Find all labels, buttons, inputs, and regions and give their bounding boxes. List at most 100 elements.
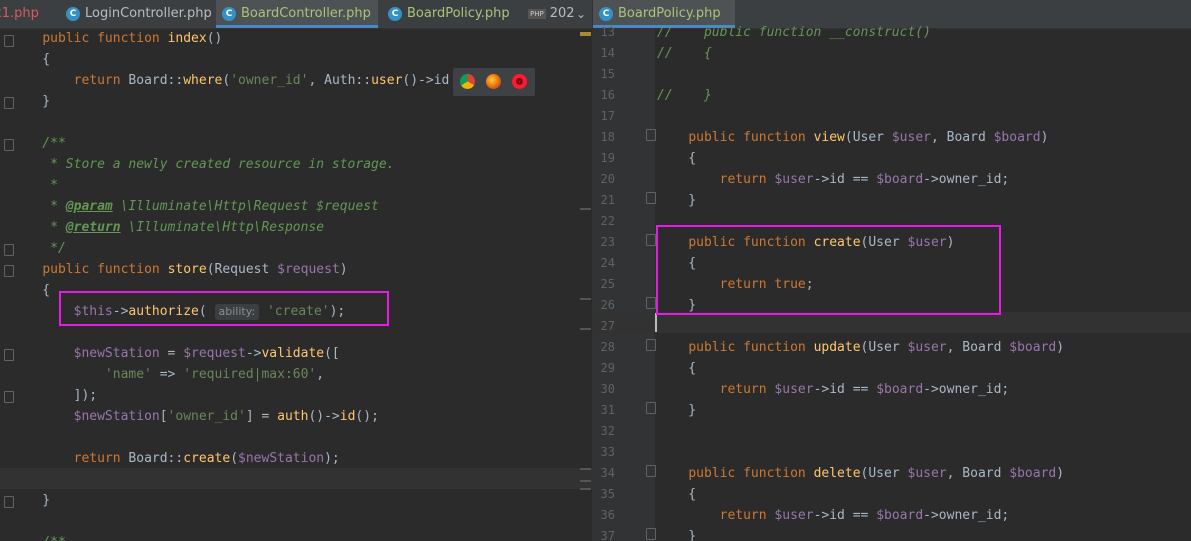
code-line[interactable]: * [0, 175, 593, 196]
code-line-text: /** [11, 532, 66, 541]
code-line[interactable]: 31 } [593, 400, 1191, 421]
code-line[interactable]: ]); [0, 385, 593, 406]
line-number: 36 [600, 508, 615, 522]
code-line[interactable]: */ [0, 238, 593, 259]
chevron-down-icon[interactable]: ⌄ [576, 0, 586, 28]
line-number: 27 [600, 319, 615, 333]
code-line[interactable]: 21 } [593, 190, 1191, 211]
code-line[interactable]: 17 [593, 106, 1191, 127]
code-line-text: // } [657, 88, 712, 103]
code-line[interactable]: * @param \Illuminate\Http\Request $reque… [0, 196, 593, 217]
code-line[interactable]: $newStation = $request->validate([ [0, 343, 593, 364]
code-line-text: */ [11, 241, 66, 256]
code-line-text: { [11, 52, 51, 67]
code-line-text: return Board::where('owner_id', Auth::us… [73, 73, 450, 88]
code-line[interactable]: 19 { [593, 148, 1191, 169]
code-line[interactable] [0, 112, 593, 133]
code-line[interactable]: 37 } [593, 526, 1191, 541]
fold-icon[interactable] [646, 192, 656, 204]
line-number: 29 [600, 361, 615, 375]
code-line-text: ]); [11, 388, 98, 403]
line-number: 24 [600, 256, 615, 270]
code-line[interactable]: 15 [593, 64, 1191, 85]
tab-board-policy[interactable]: C BoardPolicy.php [382, 0, 520, 28]
code-line[interactable]: 33 [593, 442, 1191, 463]
chrome-icon[interactable] [460, 74, 475, 89]
code-line[interactable]: /** [0, 133, 593, 154]
line-number: 14 [600, 46, 615, 60]
firefox-icon[interactable] [486, 74, 501, 89]
code-line[interactable] [0, 427, 593, 448]
code-line[interactable]: 29 { [593, 358, 1191, 379]
code-line-text: } [11, 493, 51, 508]
code-line[interactable]: 'name' => 'required|max:60', [0, 364, 593, 385]
tab-login-controller[interactable]: C LoginController.php [60, 0, 212, 28]
code-line-text: * @return \Illuminate\Http\Response [11, 220, 325, 235]
code-line[interactable]: 18 public function view(User $user, Boar… [593, 127, 1191, 148]
code-line[interactable]: 16 // } [593, 85, 1191, 106]
right-editor-pane: C BoardPolicy.php 13 // public function __… [593, 0, 1191, 541]
class-icon: C [388, 6, 402, 21]
fold-icon[interactable] [646, 234, 656, 246]
fold-icon[interactable] [646, 339, 656, 351]
code-line[interactable]: * @return \Illuminate\Http\Response [0, 217, 593, 238]
code-line[interactable]: 34 public function delete(User $user, Bo… [593, 463, 1191, 484]
tab-label: x1.php [0, 6, 39, 21]
code-line-text: $newStation = $request->validate([ [73, 346, 340, 361]
right-code-area[interactable]: 13 // public function __construct() 14 // {… [593, 25, 1191, 541]
code-line[interactable]: } [0, 490, 593, 511]
code-line[interactable]: { [0, 49, 593, 70]
code-line[interactable]: /** [0, 532, 593, 541]
code-line[interactable]: $newStation['owner_id'] = auth()->id(); [0, 406, 593, 427]
code-line-text: 'name' => 'required|max:60', [104, 367, 325, 382]
tab-label: BoardPolicy.php [618, 6, 721, 21]
tab-x1-php[interactable]: x1.php [0, 0, 52, 28]
fold-icon[interactable] [646, 402, 656, 414]
code-line[interactable]: return Board::create($newStation); [0, 448, 593, 469]
line-number: 31 [600, 403, 615, 417]
fold-icon[interactable] [646, 129, 656, 141]
code-line[interactable]: 35 { [593, 484, 1191, 505]
class-icon: C [222, 6, 236, 21]
fold-icon[interactable] [646, 528, 656, 540]
code-line-text: } [11, 94, 51, 109]
code-line[interactable] [0, 511, 593, 532]
line-number: 22 [600, 214, 615, 228]
code-line-text: public function view(User $user, Board $… [688, 130, 1049, 145]
code-line-text: public function store(Request $request) [42, 262, 348, 277]
code-line[interactable]: public function store(Request $request) [0, 259, 593, 280]
tab-label: 202 [549, 6, 575, 21]
code-line-text: public function delete(User $user, Board… [688, 466, 1065, 481]
tab-board-controller[interactable]: C BoardController.php [216, 0, 378, 28]
left-tab-bar: x1.php C LoginController.php C BoardContro… [0, 0, 593, 29]
code-line-text: /** [11, 136, 66, 151]
line-number: 13 [600, 25, 615, 39]
code-line[interactable]: 27 [593, 316, 1191, 337]
line-number: 23 [600, 235, 615, 249]
code-line[interactable]: 28 public function update(User $user, Bo… [593, 337, 1191, 358]
code-line[interactable]: 13 // public function __construct() [593, 22, 1191, 43]
code-line-text: // { [657, 46, 712, 61]
code-line[interactable]: 36 return $user->id == $board->owner_id; [593, 505, 1191, 526]
opera-icon[interactable] [512, 74, 527, 89]
code-line-text: $newStation['owner_id'] = auth()->id(); [73, 409, 379, 424]
scroll-marker [580, 32, 591, 36]
code-line[interactable] [0, 469, 593, 490]
code-line-text: { [657, 151, 697, 166]
code-line-text: return Board::create($newStation); [73, 451, 340, 466]
tab-202[interactable]: PHP 202 [522, 0, 575, 28]
code-line[interactable]: public function index() [0, 28, 593, 49]
class-icon: C [66, 6, 80, 21]
tab-label: LoginController.php [85, 6, 212, 21]
fold-icon[interactable] [646, 297, 656, 309]
code-line-text: } [657, 529, 697, 541]
code-line[interactable]: * Store a newly created resource in stor… [0, 154, 593, 175]
code-line[interactable]: 32 [593, 421, 1191, 442]
left-code-area[interactable]: public function index() { return Board::… [0, 28, 593, 541]
code-line[interactable]: 30 return $user->id == $board->owner_id; [593, 379, 1191, 400]
scroll-marker [580, 208, 591, 210]
code-line[interactable]: 14 // { [593, 43, 1191, 64]
fold-icon[interactable] [646, 465, 656, 477]
scroll-marker [580, 480, 591, 482]
code-line[interactable]: 20 return $user->id == $board->owner_id; [593, 169, 1191, 190]
